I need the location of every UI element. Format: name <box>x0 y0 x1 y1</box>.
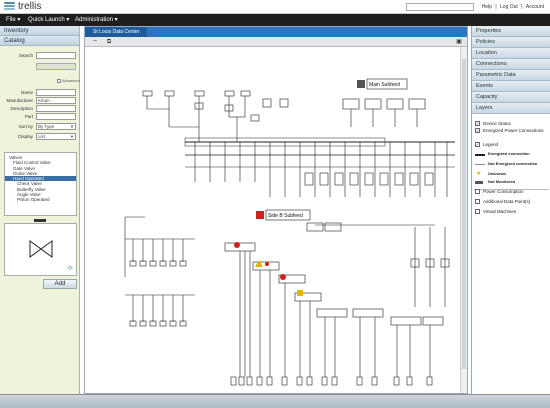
main-subfeed-marker <box>357 80 365 88</box>
description-label: Description <box>10 106 33 111</box>
copy-icon[interactable]: ⧉ <box>105 38 113 46</box>
warning-icon <box>255 260 263 267</box>
diagram-panel: St Louis Data Center − ⧉ ▣ Main Subfeed … <box>84 26 468 394</box>
scroll-thumb[interactable] <box>462 59 466 369</box>
chevron-down-icon: ▼ <box>70 124 74 129</box>
alarm-icon <box>265 262 269 266</box>
part-input[interactable] <box>36 113 76 120</box>
alarm-icon <box>234 242 240 248</box>
legend-label: Energized connection <box>488 151 530 156</box>
symbol-preview: ⟳ <box>4 223 77 276</box>
legend-swatch <box>475 181 483 184</box>
top-header: trellis Help | Log Out | Account <box>0 0 550 14</box>
section-layers[interactable]: Layers <box>472 103 550 114</box>
account-link[interactable]: Account <box>526 4 544 10</box>
diagram-toolbar: − ⧉ ▣ <box>85 37 467 47</box>
layer-label: Virtual Machines <box>483 209 517 214</box>
header-links: Help | Log Out | Account <box>480 4 544 10</box>
section-policies[interactable]: Policies <box>472 37 550 48</box>
brand-name: trellis <box>18 1 42 12</box>
logout-link[interactable]: Log Out <box>500 4 518 10</box>
save-icon[interactable]: ▣ <box>455 38 463 46</box>
manufacturer-input[interactable]: Kirum <box>36 97 76 104</box>
layer-label: Legend <box>483 142 499 147</box>
legend-checkbox[interactable]: ✓ <box>475 142 480 147</box>
catalog-list: Valves Fluid Control Valve Gate Valve Gl… <box>4 152 77 216</box>
valve-symbol-icon <box>29 240 53 258</box>
name-label: Name <box>20 90 33 95</box>
manufacturer-label: Manufacturer <box>6 98 33 103</box>
description-input[interactable] <box>36 105 76 112</box>
additional-data-checkbox[interactable] <box>475 199 480 204</box>
catalog-header[interactable]: Catalog <box>0 36 79 46</box>
legend-label: Not Energized connection <box>488 161 538 166</box>
separator: | <box>521 4 523 10</box>
warning-icon <box>297 290 303 296</box>
menu-bar: File ▾ Quick Launch ▾ Administration ▾ <box>0 14 550 26</box>
layer-label: Additional Data Point(s) <box>483 199 531 204</box>
legend-label: Not Monitored <box>488 179 516 184</box>
one-line-diagram[interactable] <box>85 47 460 393</box>
section-properties[interactable]: Properties <box>472 26 550 37</box>
splitter-handle[interactable] <box>34 219 46 222</box>
chevron-down-icon: ▼ <box>70 134 74 139</box>
main-subfeed-label[interactable]: Main Subfeed <box>369 82 400 88</box>
menu-file[interactable]: File ▾ <box>6 16 20 23</box>
section-events[interactable]: Events <box>472 81 550 92</box>
tab-st-louis[interactable]: St Louis Data Center <box>85 27 148 37</box>
power-consumption-checkbox[interactable] <box>475 189 480 194</box>
device-status-checkbox[interactable]: ✓ <box>475 121 480 126</box>
catalog-form: Search Advanced Name Manufacturer Kirum … <box>0 46 80 136</box>
energized-power-checkbox[interactable]: ✓ <box>475 128 480 133</box>
side-b-subfeed-label[interactable]: Side B Subfeed <box>268 213 303 219</box>
sortby-select[interactable]: By Type ▼ <box>36 123 76 130</box>
refresh-icon[interactable]: ⟳ <box>68 265 73 272</box>
menu-quick-launch[interactable]: Quick Launch ▾ <box>28 16 69 23</box>
layer-label: Energized Power Connections <box>483 128 544 133</box>
left-panel: Inventory Catalog Search Advanced Name M… <box>0 26 80 394</box>
help-link[interactable]: Help <box>482 4 492 10</box>
trellis-logo-icon <box>4 2 15 12</box>
legend-swatch <box>475 154 485 156</box>
zoom-out-icon[interactable]: − <box>91 38 99 46</box>
legend-swatch <box>475 164 485 165</box>
list-item[interactable]: Piston Operated <box>5 197 76 202</box>
inventory-header[interactable]: Inventory <box>0 26 79 36</box>
section-location[interactable]: Location <box>472 48 550 59</box>
global-search-input[interactable] <box>406 3 474 11</box>
search-input[interactable] <box>36 52 76 59</box>
display-label: Display <box>18 134 33 139</box>
section-connections[interactable]: Connections <box>472 59 550 70</box>
side-b-subfeed-marker <box>256 211 264 219</box>
layer-label: Device Status <box>483 121 511 126</box>
section-capacity[interactable]: Capacity <box>472 92 550 103</box>
display-select[interactable]: List ▼ <box>36 133 76 140</box>
part-label: Part <box>24 114 33 119</box>
separator: | <box>495 4 497 10</box>
tab-bar: St Louis Data Center <box>85 27 467 37</box>
virtual-machines-checkbox[interactable] <box>475 209 480 214</box>
search-button-row[interactable] <box>36 63 76 70</box>
search-label: Search <box>18 53 33 58</box>
add-button[interactable]: Add <box>43 279 77 289</box>
section-parametric-data[interactable]: Parametric Data <box>472 70 550 81</box>
menu-administration[interactable]: Administration ▾ <box>75 16 118 23</box>
layer-label: Power Consumption <box>483 189 524 194</box>
legend-label: Unknown <box>488 171 506 176</box>
right-panel: Properties Policies Location Connections… <box>471 26 550 394</box>
advanced-checkbox[interactable] <box>57 79 61 83</box>
sortby-label: Sort by <box>18 124 33 129</box>
advanced-label: Advanced <box>62 78 80 83</box>
unknown-star-icon: ★ <box>476 171 482 177</box>
alarm-icon <box>280 274 286 280</box>
name-input[interactable] <box>36 89 76 96</box>
vertical-scrollbar[interactable] <box>460 47 467 393</box>
status-footer <box>0 394 550 408</box>
